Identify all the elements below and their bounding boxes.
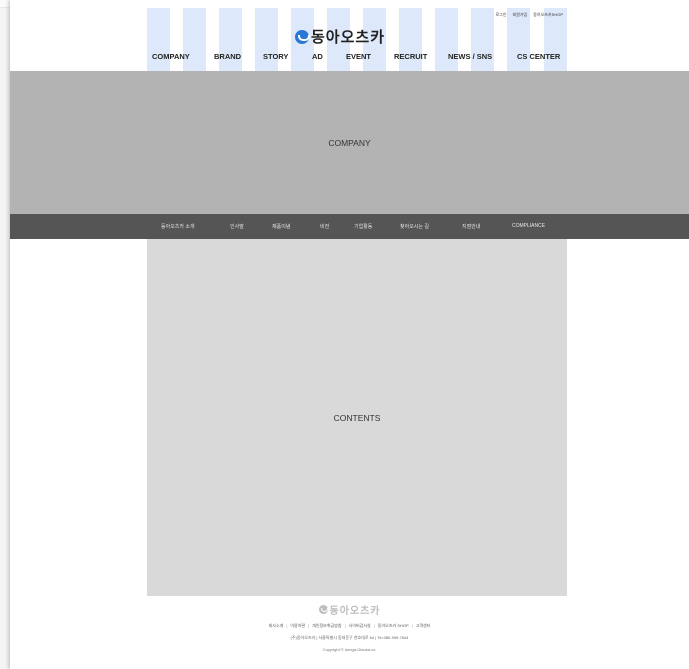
logo-mark-icon <box>295 29 310 44</box>
nav-item-company[interactable]: COMPANY <box>152 52 190 61</box>
footer-link-cs[interactable]: 고객센터 <box>416 623 431 629</box>
subnav-item-greeting[interactable]: 인사말 <box>230 223 244 230</box>
site-header: 로그인 회원가입 동아오츠카SHOP 동아오츠카 COMPANY BRAND S… <box>10 8 689 71</box>
nav-item-recruit[interactable]: RECRUIT <box>394 52 427 61</box>
utility-links: 로그인 회원가입 동아오츠카SHOP <box>495 12 563 18</box>
footer-copyright: Copyright © donga-Otsuka co. <box>322 647 377 652</box>
subnav-item-compliance[interactable]: COMPLIANCE <box>512 223 545 229</box>
subnav-item-intro[interactable]: 동아오츠카 소개 <box>161 223 195 230</box>
nav-item-cs-center[interactable]: CS CENTER <box>517 52 560 61</box>
footer-link-privacy[interactable]: 개인정보취급방침 <box>312 623 341 629</box>
page: 로그인 회원가입 동아오츠카SHOP 동아오츠카 COMPANY BRAND S… <box>10 0 689 669</box>
hero-title: COMPANY <box>328 137 371 148</box>
footer-divider: | <box>308 623 310 628</box>
nav-item-story[interactable]: STORY <box>263 52 288 61</box>
footer-divider: | <box>286 623 288 628</box>
footer-link-about[interactable]: 회사소개 <box>269 623 284 629</box>
contents-area: CONTENTS <box>147 239 567 596</box>
footer-logo-mark-icon <box>318 605 328 614</box>
footer-divider: | <box>344 623 346 628</box>
footer-logo: 동아오츠카 <box>10 602 689 617</box>
footer-link-audit[interactable]: 사이버감사실 <box>349 623 371 629</box>
subnav-item-philosophy[interactable]: 제품이념 <box>272 223 290 230</box>
site-logo[interactable]: 동아오츠카 <box>295 26 385 47</box>
shop-link[interactable]: 동아오츠카SHOP <box>533 12 563 18</box>
footer-company-info: (주)동아오츠카 | 서울특별시 동대문구 천호대로 64 | Tel 080-… <box>290 635 409 640</box>
signup-link[interactable]: 회원가입 <box>513 12 528 18</box>
main-navigation: COMPANY BRAND STORY AD EVENT RECRUIT NEW… <box>10 52 689 66</box>
subnav-item-branches[interactable]: 지점안내 <box>462 223 480 230</box>
subnav-item-directions[interactable]: 찾아오시는 길 <box>400 223 429 230</box>
footer-links: 회사소개 | 이용약관 | 개인정보취급방침 | 사이버감사실 | 동아오츠카 … <box>10 623 689 629</box>
subnav-item-vision[interactable]: 비전 <box>320 223 329 230</box>
login-link[interactable]: 로그인 <box>495 12 506 18</box>
browser-frame: 로그인 회원가입 동아오츠카SHOP 동아오츠카 COMPANY BRAND S… <box>0 0 689 669</box>
hero-banner: COMPANY <box>10 71 689 214</box>
footer-logo-text: 동아오츠카 <box>329 606 381 617</box>
subnav-item-activities[interactable]: 기업활동 <box>354 223 372 230</box>
footer-divider: | <box>411 623 413 628</box>
nav-item-news-sns[interactable]: NEWS / SNS <box>448 52 492 61</box>
nav-item-ad[interactable]: AD <box>312 52 323 61</box>
nav-item-event[interactable]: EVENT <box>346 52 371 61</box>
contents-label: CONTENTS <box>333 412 381 423</box>
site-footer: 동아오츠카 회사소개 | 이용약관 | 개인정보취급방침 | 사이버감사실 | … <box>10 602 689 662</box>
sub-navigation: 동아오츠카 소개 인사말 제품이념 비전 기업활동 찾아오시는 길 지점안내 C… <box>10 214 689 239</box>
logo-text: 동아오츠카 <box>311 28 386 46</box>
footer-link-shop[interactable]: 동아오츠카 SHOP <box>378 623 409 629</box>
nav-item-brand[interactable]: BRAND <box>214 52 241 61</box>
footer-divider: | <box>373 623 375 628</box>
footer-link-terms[interactable]: 이용약관 <box>290 623 305 629</box>
